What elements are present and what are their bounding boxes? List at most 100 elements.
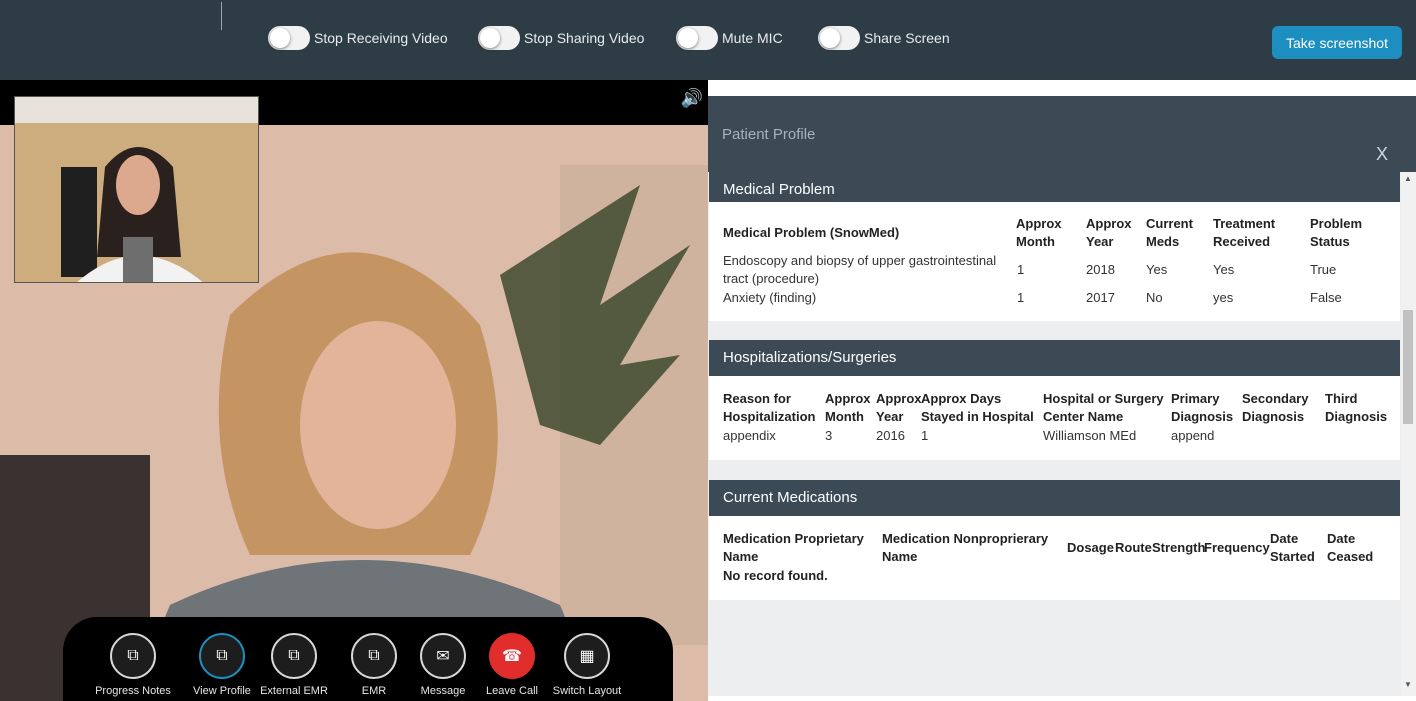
table-cell: Yes [1146,262,1168,277]
current-medications-table: Medication Proprietary Name Medication N… [709,516,1400,600]
progress-notes-icon: ⧉ [110,633,156,679]
column-header: Date Started [1270,531,1315,564]
column-header: Reason for Hospitalization [723,391,816,424]
stop-sharing-video-toggle[interactable]: Stop Sharing Video [478,26,644,50]
close-icon[interactable]: X [1376,144,1388,165]
column-header: Approx Month [825,391,871,424]
table-cell: 2016 [876,428,905,443]
control-label: Message [420,685,466,697]
toggle-knob [820,28,840,48]
video-area: 🔊 ⧉ Progress Notes ⧉ View Profile ⧉ Exte… [0,80,708,701]
table-cell: No [1146,290,1163,305]
toggle-label: Mute MIC [722,30,783,46]
message-icon: ✉ [420,633,466,679]
hang-up-icon: ☎ [489,633,535,679]
column-header: Problem Status [1310,216,1363,249]
table-cell: 3 [825,428,833,443]
column-header: Date Ceased [1327,531,1374,564]
table-cell: 2017 [1086,290,1115,305]
empty-state-text: No record found. [723,568,828,583]
toggle-knob [270,28,290,48]
table-cell: Endoscopy and biopsy of upper gastrointe… [723,253,997,286]
leave-call-button[interactable]: ☎ Leave Call [472,633,552,697]
toggle-knob [678,28,698,48]
column-header: Approx Year [876,391,922,424]
table-cell: 1 [1017,262,1025,277]
toggle-label: Share Screen [864,30,950,46]
column-header: Third Diagnosis [1325,391,1388,424]
external-emr-icon: ⧉ [271,633,317,679]
column-header: Current Meds [1146,216,1193,249]
vertical-scrollbar[interactable]: ▲ ▼ [1401,172,1416,696]
profile-header: Patient Profile X [708,96,1416,178]
column-header: Approx Month [1016,216,1062,249]
toggle-track[interactable] [676,26,718,50]
profile-title: Patient Profile [722,126,816,143]
control-label: Switch Layout [552,685,622,697]
table-cell: True [1310,262,1337,277]
current-medications-heading: Current Medications [709,480,1400,516]
table-cell: Williamson MEd [1043,428,1137,443]
hospitalizations-heading: Hospitalizations/Surgeries [709,340,1400,376]
table-cell: Yes [1213,262,1235,277]
grid-icon: ▦ [564,633,610,679]
toggle-track[interactable] [478,26,520,50]
control-label: Leave Call [486,685,538,697]
control-label: EMR [361,685,387,697]
table-cell: yes [1213,290,1234,305]
view-profile-icon: ⧉ [199,633,245,679]
message-button[interactable]: ✉ Message [403,633,483,697]
toggle-label: Stop Receiving Video [314,30,448,46]
external-emr-button[interactable]: ⧉ External EMR [254,633,334,697]
emr-button[interactable]: ⧉ EMR [334,633,414,697]
table-cell: append [1171,428,1215,443]
stop-receiving-video-toggle[interactable]: Stop Receiving Video [268,26,448,50]
column-header: Dosage [1067,540,1114,555]
scroll-thumb[interactable] [1403,310,1413,424]
medical-problem-table: Medical Problem (SnowMed) Approx Month A… [709,202,1400,321]
table-cell: appendix [723,428,776,443]
call-control-bar: ⧉ Progress Notes ⧉ View Profile ⧉ Extern… [63,617,673,701]
column-header: Secondary Diagnosis [1242,391,1309,424]
table-cell: Anxiety (finding) [723,290,817,305]
top-toolbar: Stop Receiving Video Stop Sharing Video … [0,0,1416,80]
control-label: External EMR [260,685,328,697]
speaker-icon[interactable]: 🔊 [680,86,704,110]
scroll-up-icon[interactable]: ▲ [1404,174,1412,183]
table-cell: False [1310,290,1342,305]
column-header: Approx Year [1086,216,1132,249]
self-video-feed [15,97,258,282]
toggle-knob [480,28,500,48]
column-header: Primary Diagnosis [1171,391,1234,424]
control-label: View Profile [193,685,251,697]
control-label: Progress Notes [95,685,171,697]
column-header: Medical Problem (SnowMed) [723,225,900,240]
mute-mic-toggle[interactable]: Mute MIC [676,26,783,50]
take-screenshot-button[interactable]: Take screenshot [1272,26,1402,59]
share-screen-toggle[interactable]: Share Screen [818,26,950,50]
view-profile-button[interactable]: ⧉ View Profile [182,633,262,697]
toggle-label: Stop Sharing Video [524,30,645,46]
table-cell: 1 [1017,290,1025,305]
scroll-down-icon[interactable]: ▼ [1404,680,1412,689]
column-header: Route [1115,540,1152,555]
switch-layout-button[interactable]: ▦ Switch Layout [547,633,627,697]
column-header: Strength [1152,540,1206,555]
profile-scroll-area[interactable]: Medical Problem Medical Problem (SnowMed… [708,172,1416,696]
emr-icon: ⧉ [351,633,397,679]
toggle-track[interactable] [818,26,860,50]
progress-notes-button[interactable]: ⧉ Progress Notes [93,633,173,697]
column-header: Frequency [1204,540,1270,555]
column-header: Hospital or Surgery Center Name [1043,391,1164,424]
column-header: Medication Proprietary Name [723,531,864,564]
self-video-pip[interactable] [14,96,259,283]
column-header: Approx Days Stayed in Hospital [921,391,1034,424]
table-cell: 1 [921,428,929,443]
table-cell: 2018 [1086,262,1115,277]
toggle-track[interactable] [268,26,310,50]
column-header: Medication Nonproprierary Name [882,531,1049,564]
hospitalizations-table: Reason for Hospitalization Approx Month … [709,376,1400,460]
patient-profile-panel: Patient Profile X Medical Problem Medica… [708,80,1416,701]
toolbar-divider [221,2,222,30]
column-header: Treatment Received [1213,216,1276,249]
